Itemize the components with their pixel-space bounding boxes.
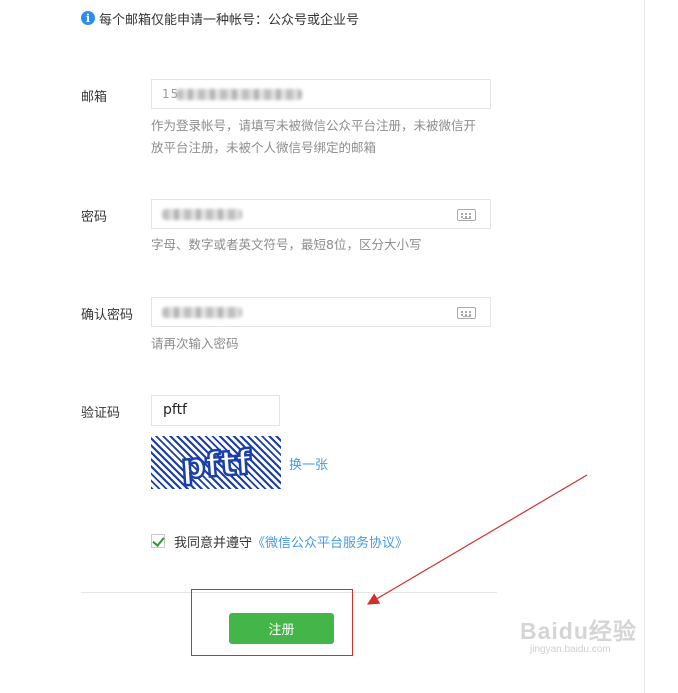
watermark-brand: Baidu经验 [520,618,637,644]
watermark-url: jingyan.baidu.com [530,644,611,655]
watermark: Baidu经验 jingyan.baidu.com [520,606,650,666]
annotation-arrow [366,474,588,605]
